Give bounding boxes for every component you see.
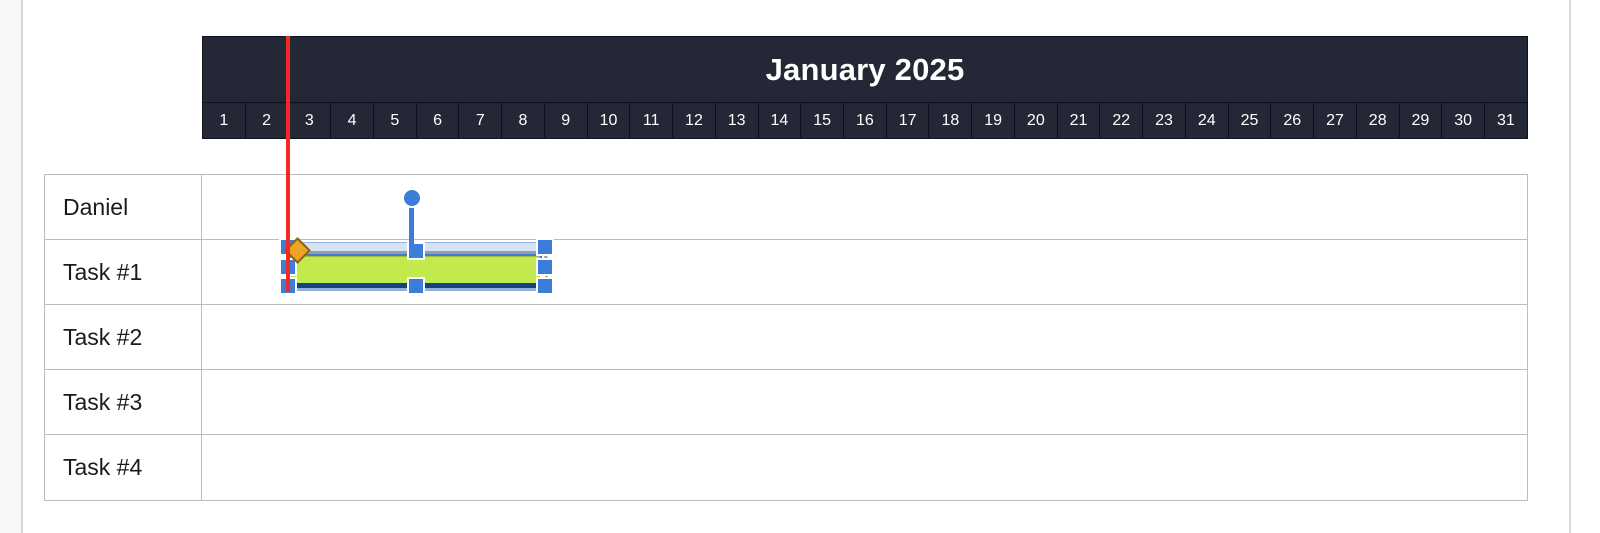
day-cell[interactable]: 4 bbox=[331, 103, 374, 138]
day-cell[interactable]: 10 bbox=[588, 103, 631, 138]
day-cell[interactable]: 26 bbox=[1271, 103, 1315, 138]
day-cell[interactable]: 20 bbox=[1015, 103, 1058, 138]
left-gutter-divider bbox=[21, 0, 23, 533]
day-header-row: 1 2 3 4 5 6 7 8 9 10 11 12 13 14 15 16 17 18 19 20 21 22 23 24 2… bbox=[203, 102, 1527, 138]
day-cell[interactable]: 13 bbox=[716, 103, 759, 138]
resize-handle-right-middle[interactable] bbox=[536, 258, 554, 276]
task-grid: Daniel Task #1 Task #2 Task #3 Task #4 bbox=[44, 174, 1528, 501]
resize-handle-right-top[interactable] bbox=[536, 238, 554, 256]
row-track[interactable] bbox=[202, 435, 1527, 500]
day-cell[interactable]: 17 bbox=[887, 103, 930, 138]
row-track[interactable] bbox=[202, 175, 1527, 239]
day-cell[interactable]: 3 bbox=[288, 103, 332, 138]
day-cell[interactable]: 27 bbox=[1314, 103, 1357, 138]
day-cell[interactable]: 31 bbox=[1485, 103, 1527, 138]
row-label[interactable]: Task #1 bbox=[45, 240, 202, 304]
day-cell[interactable]: 15 bbox=[801, 103, 845, 138]
day-cell[interactable]: 7 bbox=[459, 103, 503, 138]
day-cell[interactable]: 30 bbox=[1442, 103, 1486, 138]
gantt-chart-app: January 2025 1 2 3 4 5 6 7 8 9 10 11 12 13 14 15 16 17 18… bbox=[0, 0, 1600, 533]
day-cell[interactable]: 2 bbox=[246, 103, 289, 138]
left-gutter bbox=[0, 0, 21, 533]
day-cell[interactable]: 8 bbox=[502, 103, 545, 138]
right-panel-divider bbox=[1569, 0, 1571, 533]
day-cell[interactable]: 12 bbox=[673, 103, 716, 138]
selected-task-bar[interactable] bbox=[279, 237, 554, 295]
table-row[interactable]: Task #1 bbox=[45, 240, 1527, 305]
day-cell[interactable]: 6 bbox=[417, 103, 460, 138]
table-row[interactable]: Task #4 bbox=[45, 435, 1527, 500]
table-row[interactable]: Daniel bbox=[45, 175, 1527, 240]
day-cell[interactable]: 9 bbox=[545, 103, 588, 138]
day-cell[interactable]: 23 bbox=[1143, 103, 1186, 138]
day-cell[interactable]: 16 bbox=[844, 103, 887, 138]
day-cell[interactable]: 21 bbox=[1058, 103, 1101, 138]
day-cell[interactable]: 22 bbox=[1100, 103, 1144, 138]
row-label[interactable]: Daniel bbox=[45, 175, 202, 239]
row-label[interactable]: Task #3 bbox=[45, 370, 202, 434]
row-label[interactable]: Task #4 bbox=[45, 435, 202, 500]
day-cell[interactable]: 5 bbox=[374, 103, 417, 138]
day-cell[interactable]: 29 bbox=[1400, 103, 1443, 138]
row-label[interactable]: Task #2 bbox=[45, 305, 202, 369]
day-cell[interactable]: 18 bbox=[929, 103, 973, 138]
today-marker-line bbox=[286, 36, 290, 292]
dependency-link-stem bbox=[409, 207, 414, 255]
day-cell[interactable]: 14 bbox=[759, 103, 802, 138]
timeline-header: January 2025 1 2 3 4 5 6 7 8 9 10 11 12 13 14 15 16 17 18… bbox=[202, 36, 1528, 139]
day-cell[interactable]: 24 bbox=[1186, 103, 1229, 138]
table-row[interactable]: Task #2 bbox=[45, 305, 1527, 370]
day-cell[interactable]: 11 bbox=[630, 103, 674, 138]
resize-handle-bottom-center[interactable] bbox=[407, 277, 425, 295]
row-track[interactable] bbox=[202, 305, 1527, 369]
day-cell[interactable]: 1 bbox=[203, 103, 246, 138]
day-cell[interactable]: 25 bbox=[1229, 103, 1272, 138]
table-row[interactable]: Task #3 bbox=[45, 370, 1527, 435]
resize-handle-right-bottom[interactable] bbox=[536, 277, 554, 295]
day-cell[interactable]: 19 bbox=[972, 103, 1015, 138]
month-title: January 2025 bbox=[765, 52, 965, 87]
dependency-link-dot-icon[interactable] bbox=[402, 188, 422, 208]
day-cell[interactable]: 28 bbox=[1357, 103, 1400, 138]
row-track[interactable] bbox=[202, 370, 1527, 434]
